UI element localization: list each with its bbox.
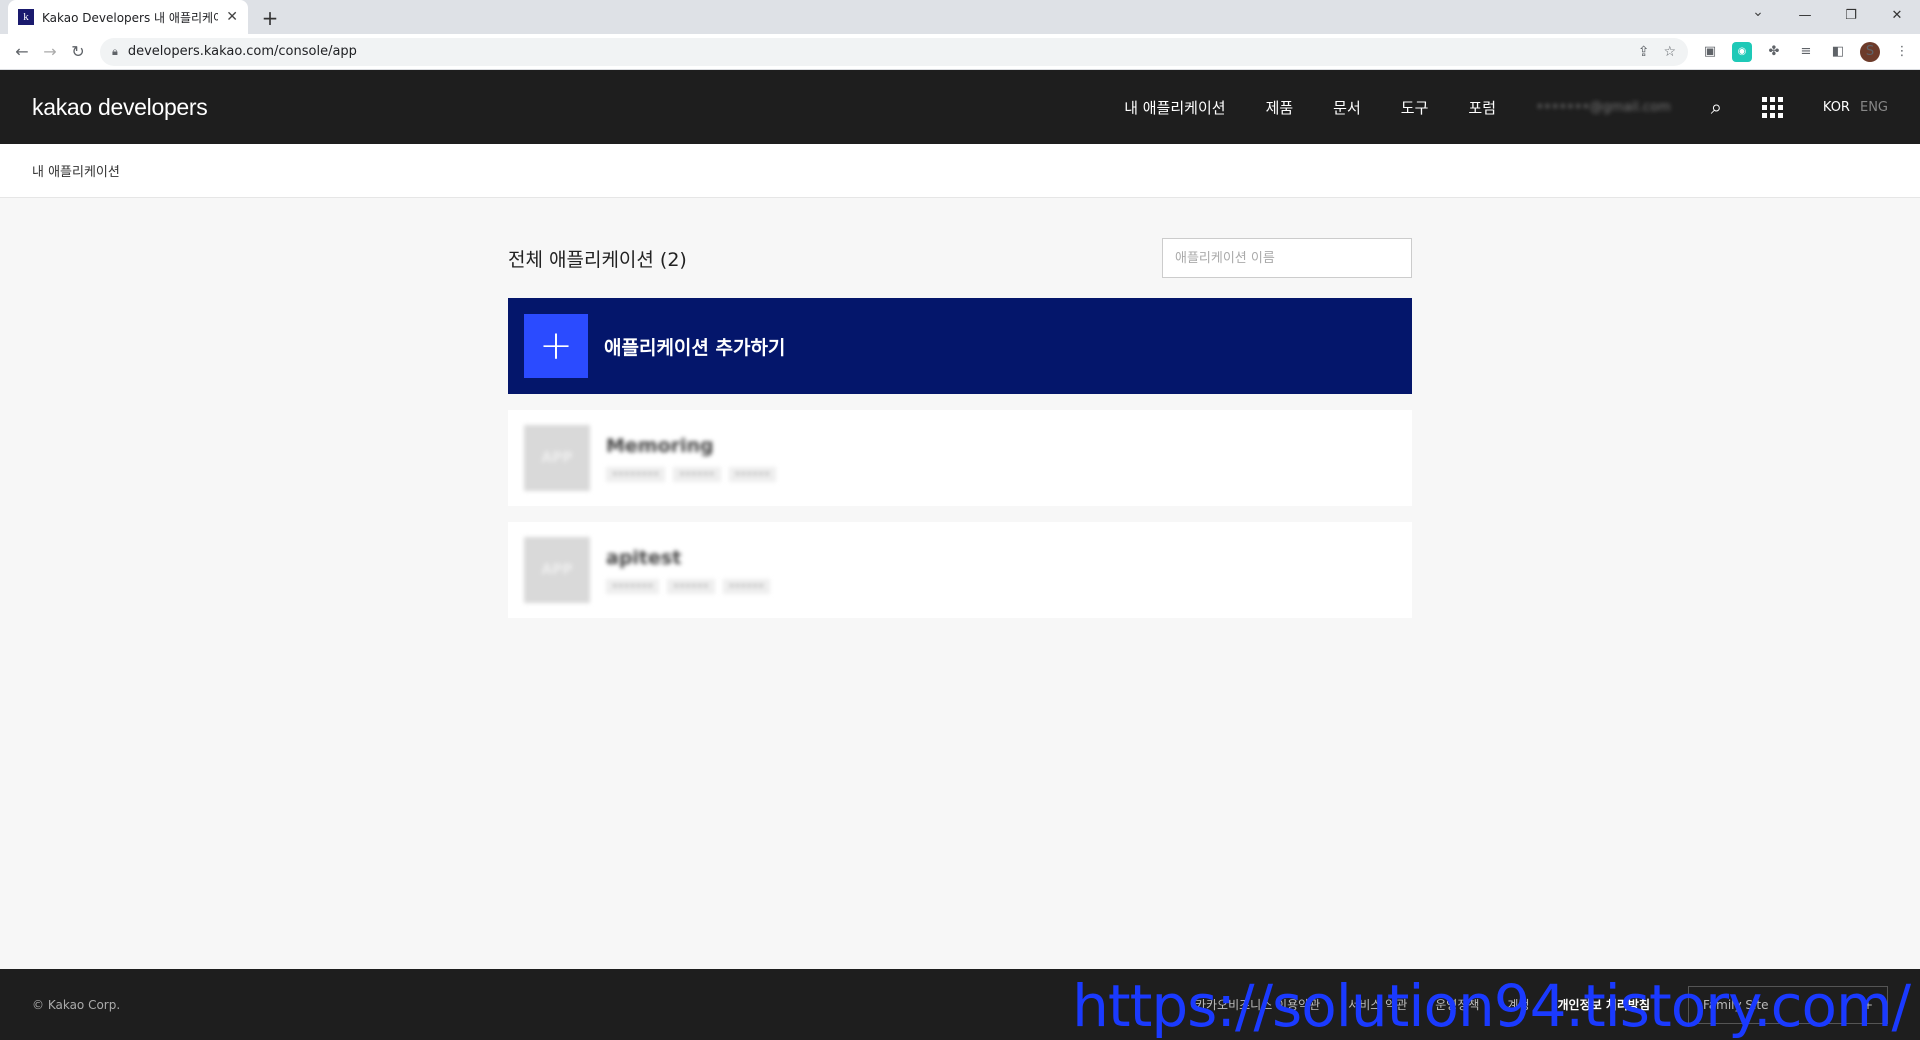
- search-icon[interactable]: ⌕: [1711, 95, 1722, 119]
- forward-arrow-icon[interactable]: →: [36, 38, 64, 66]
- nav-tools[interactable]: 도구: [1401, 97, 1429, 118]
- app-tag: ••••••: [722, 578, 771, 594]
- close-window-icon[interactable]: ✕: [1874, 0, 1920, 30]
- app-tag: •••••••: [606, 578, 660, 594]
- minimize-icon[interactable]: —: [1782, 0, 1828, 30]
- app-tag: ••••••: [667, 578, 715, 594]
- reading-list-icon[interactable]: ≡: [1796, 42, 1816, 62]
- back-arrow-icon[interactable]: ←: [8, 38, 36, 66]
- app-tag: ••••••••: [606, 466, 666, 482]
- app-thumbnail: APP: [524, 425, 590, 491]
- breadcrumb: 내 애플리케이션: [0, 144, 1920, 198]
- lang-kor[interactable]: KOR: [1823, 100, 1850, 115]
- nav-my-applications[interactable]: 내 애플리케이션: [1124, 97, 1225, 118]
- window-controls: — ❐ ✕: [1782, 0, 1920, 30]
- site-header: kakao developers 내 애플리케이션 제품 문서 도구 포럼 ••…: [0, 70, 1920, 144]
- lang-eng[interactable]: ENG: [1860, 100, 1888, 115]
- main-head: 전체 애플리케이션 (2): [508, 238, 1412, 278]
- side-panel-icon[interactable]: ◧: [1828, 42, 1848, 62]
- restore-icon[interactable]: ❐: [1828, 0, 1874, 30]
- browser-toolbar: ← → ↻ 🔒︎ developers.kakao.com/console/ap…: [0, 34, 1920, 70]
- footer-link-operation-policy[interactable]: 운영정책: [1435, 996, 1479, 1013]
- app-tag: ••••••: [673, 466, 721, 482]
- footer-link-account[interactable]: 계정: [1507, 996, 1529, 1013]
- app-search-input[interactable]: [1162, 238, 1412, 278]
- nav-products[interactable]: 제품: [1266, 97, 1294, 118]
- bookmark-star-icon[interactable]: ☆: [1663, 44, 1676, 60]
- url-text: developers.kakao.com/console/app: [127, 44, 357, 59]
- global-nav: 내 애플리케이션 제품 문서 도구 포럼 •••••••@gmail.com ⌕…: [1124, 95, 1888, 119]
- address-bar[interactable]: 🔒︎ developers.kakao.com/console/app ⇪ ☆: [100, 37, 1688, 66]
- app-info: apitest ••••••• •••••• ••••••: [606, 546, 771, 594]
- plus-icon: +: [524, 314, 588, 378]
- new-tab-plus-icon[interactable]: +: [258, 6, 282, 30]
- extension-photo-icon[interactable]: ▣: [1700, 42, 1720, 62]
- site-footer: © Kakao Corp. 카카오비즈니스 이용약관 서비스 약관 운영정책 계…: [0, 969, 1920, 1040]
- extension-teal-icon[interactable]: ◉: [1732, 41, 1752, 62]
- close-tab-icon[interactable]: ✕: [226, 9, 238, 25]
- puzzle-icon[interactable]: ✤: [1764, 42, 1784, 62]
- tab-search-chevron-icon[interactable]: ⌄: [1746, 4, 1770, 20]
- family-site-label: Family Site: [1703, 997, 1769, 1012]
- footer-link-service-terms[interactable]: 서비스 약관: [1348, 996, 1407, 1013]
- nav-docs[interactable]: 문서: [1333, 97, 1361, 118]
- add-application-button[interactable]: + 애플리케이션 추가하기: [508, 298, 1412, 394]
- footer-link-business-terms[interactable]: 카카오비즈니스 이용약관: [1195, 996, 1320, 1013]
- omnibox-actions: ⇪ ☆: [1638, 44, 1676, 60]
- extensions-area: ▣ ◉ ✤ ≡ ◧ S ⋮: [1700, 41, 1912, 62]
- kakao-favicon-icon: k: [18, 9, 34, 25]
- app-tag: ••••••: [728, 466, 776, 482]
- plus-icon: +: [1862, 997, 1873, 1012]
- apps-grid-icon[interactable]: [1761, 96, 1783, 118]
- app-name: Memoring: [606, 434, 714, 457]
- lock-icon[interactable]: 🔒︎: [112, 45, 118, 59]
- app-info: Memoring •••••••• •••••• ••••••: [606, 435, 776, 482]
- user-email[interactable]: •••••••@gmail.com: [1536, 100, 1671, 115]
- copyright: © Kakao Corp.: [32, 997, 121, 1012]
- reload-icon[interactable]: ↻: [64, 38, 92, 66]
- app-thumbnail: APP: [524, 537, 590, 603]
- logo-developers-text: developers: [97, 93, 208, 120]
- main-content: 전체 애플리케이션 (2) + 애플리케이션 추가하기 APP Memoring…: [508, 198, 1412, 618]
- browser-tabbar: k Kakao Developers 내 애플리케이 ✕ + ⌄ — ❐ ✕: [0, 0, 1920, 34]
- kakao-developers-logo[interactable]: kakao developers: [32, 94, 208, 121]
- browser-tab[interactable]: k Kakao Developers 내 애플리케이 ✕: [8, 0, 248, 34]
- breadcrumb-item[interactable]: 내 애플리케이션: [32, 161, 120, 180]
- tab-title: Kakao Developers 내 애플리케이: [42, 10, 219, 25]
- logo-kakao-text: kakao: [32, 93, 92, 120]
- add-application-label: 애플리케이션 추가하기: [604, 336, 786, 359]
- app-card[interactable]: APP Memoring •••••••• •••••• ••••••: [508, 410, 1412, 506]
- app-card[interactable]: APP apitest ••••••• •••••• ••••••: [508, 522, 1412, 618]
- kebab-menu-icon[interactable]: ⋮: [1892, 42, 1912, 62]
- app-tags: •••••••• •••••• ••••••: [606, 466, 776, 482]
- app-tags: ••••••• •••••• ••••••: [606, 578, 771, 594]
- nav-forum[interactable]: 포럼: [1468, 97, 1496, 118]
- family-site-select[interactable]: Family Site +: [1688, 985, 1888, 1024]
- footer-link-privacy[interactable]: 개인정보 처리방침: [1558, 996, 1651, 1013]
- share-icon[interactable]: ⇪: [1638, 44, 1650, 60]
- app-name: apitest: [606, 546, 682, 569]
- footer-links: 카카오비즈니스 이용약관 서비스 약관 운영정책 계정 개인정보 처리방침 Fa…: [1195, 985, 1888, 1024]
- language-switch: KOR ENG: [1823, 100, 1888, 115]
- profile-avatar[interactable]: S: [1860, 41, 1880, 62]
- page-title: 전체 애플리케이션 (2): [508, 248, 687, 271]
